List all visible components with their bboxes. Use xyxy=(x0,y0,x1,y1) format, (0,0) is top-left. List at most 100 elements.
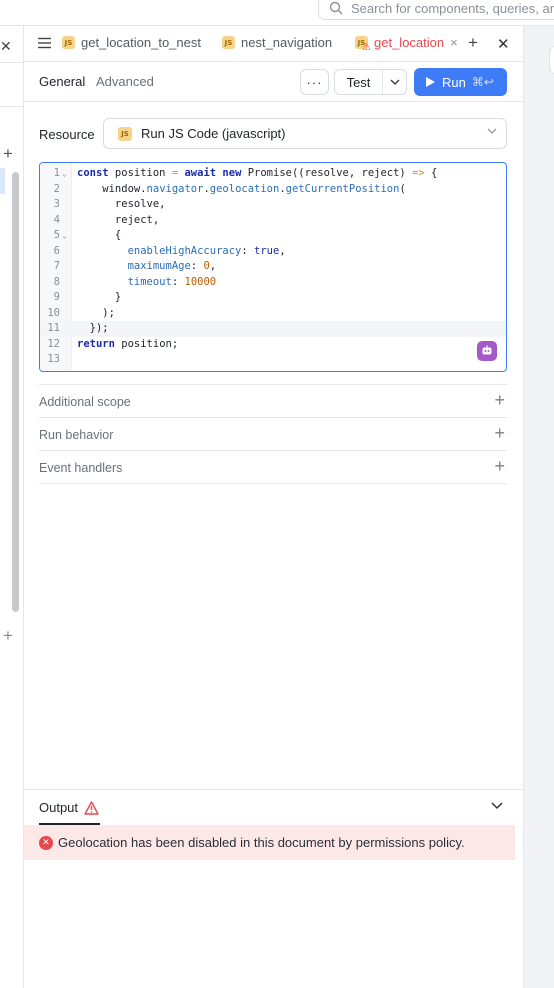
scrollbar[interactable] xyxy=(12,172,19,612)
new-tab-icon[interactable]: + xyxy=(468,33,478,53)
section-run-behavior[interactable]: Run behavior + xyxy=(39,418,507,451)
code-line[interactable]: 1 ⌄ const position = await new Promise((re… xyxy=(40,166,506,182)
fold-chevron-icon[interactable]: ⌄ xyxy=(62,228,67,244)
code-line[interactable]: 7 maximumAge: 0, xyxy=(40,259,506,275)
tab-label: nest_navigation xyxy=(241,35,333,50)
test-button-group: Test xyxy=(334,69,407,95)
canvas-edge-widget xyxy=(549,46,554,74)
code-line[interactable]: 9 } xyxy=(40,290,506,306)
divider xyxy=(0,106,24,107)
js-resource-icon: JS xyxy=(118,126,132,141)
warning-icon: ⚠ xyxy=(362,42,371,53)
run-shortcut: ⌘↩ xyxy=(471,75,494,89)
js-file-icon: JS xyxy=(222,36,235,49)
ai-assistant-button[interactable] xyxy=(477,341,497,361)
add-icon[interactable]: + xyxy=(494,390,505,411)
query-editor-panel: JS get_location_to_nest JS nest_navigati… xyxy=(24,26,523,988)
code-line[interactable]: 5 ⌄ { xyxy=(40,228,506,244)
line-number: 12 xyxy=(47,337,60,350)
error-text: Geolocation has been disabled in this do… xyxy=(58,835,465,850)
js-file-icon: JS ⚠ xyxy=(355,36,371,53)
add-icon[interactable]: + xyxy=(3,626,13,646)
line-number: 1 xyxy=(53,167,60,179)
close-icon[interactable]: × xyxy=(450,35,458,50)
more-options-button[interactable]: ··· xyxy=(300,69,329,95)
code-text: maximumAge: 0, xyxy=(127,260,217,272)
code-text: enableHighAccuracy: true, xyxy=(127,244,286,257)
resource-select[interactable]: JS Run JS Code (javascript) xyxy=(103,118,507,149)
code-line[interactable]: 8 timeout: 10000 xyxy=(40,275,506,291)
chevron-down-icon xyxy=(487,128,497,134)
code-text: resolve, xyxy=(77,198,166,210)
line-number: 9 xyxy=(53,291,60,303)
code-line[interactable]: 10 ); xyxy=(40,306,506,322)
section-title: Run behavior xyxy=(39,428,114,442)
code-line[interactable]: 6 enableHighAccuracy: true, xyxy=(40,244,506,260)
test-button[interactable]: Test xyxy=(335,70,383,94)
code-text: ); xyxy=(77,306,115,319)
section-event-handlers[interactable]: Event handlers + xyxy=(39,451,507,484)
section-additional-scope[interactable]: Additional scope + xyxy=(39,385,507,418)
search-placeholder: Search for components, queries, and xyxy=(351,0,554,16)
top-bar: Search for components, queries, and xyxy=(0,0,554,26)
line-number: 7 xyxy=(53,260,60,272)
code-text: } xyxy=(77,291,122,303)
section-title: Event handlers xyxy=(39,461,123,475)
search-input[interactable]: Search for components, queries, and xyxy=(318,0,554,20)
tab-label: get_location xyxy=(374,35,445,50)
line-number: 6 xyxy=(53,244,60,257)
selected-item-indicator xyxy=(0,168,5,194)
menu-icon[interactable] xyxy=(38,37,51,49)
line-number: 11 xyxy=(47,322,60,334)
output-panel: Output ✕ Geolocation has been disabled i… xyxy=(24,789,523,988)
section-title: Additional scope xyxy=(39,395,131,409)
add-icon[interactable]: + xyxy=(3,144,13,164)
code-editor[interactable]: 1 ⌄ const position = await new Promise((re… xyxy=(39,162,507,372)
line-number: 5 xyxy=(53,229,60,241)
test-dropdown[interactable] xyxy=(383,70,406,94)
fold-chevron-icon[interactable]: ⌄ xyxy=(62,166,67,182)
code-line[interactable]: 11 }); xyxy=(40,321,506,337)
line-number: 13 xyxy=(47,353,60,365)
line-number: 4 xyxy=(53,213,60,226)
tab-advanced[interactable]: Advanced xyxy=(96,74,154,89)
run-button[interactable]: Run ⌘↩ xyxy=(414,68,507,96)
code-line[interactable]: 4 reject, xyxy=(40,213,506,229)
tab-get-location[interactable]: JS ⚠ get_location × xyxy=(355,35,458,53)
code-text: }); xyxy=(77,322,109,334)
error-icon: ✕ xyxy=(39,835,53,850)
right-canvas-strip xyxy=(523,26,554,988)
tab-label: get_location_to_nest xyxy=(81,35,201,50)
assistant-icon xyxy=(482,345,492,355)
code-text: window.navigator.geolocation.getCurrentP… xyxy=(77,182,406,195)
code-line[interactable]: 13 xyxy=(40,352,506,368)
add-icon[interactable]: + xyxy=(494,456,505,477)
chevron-down-icon[interactable] xyxy=(491,802,503,810)
tab-general[interactable]: General xyxy=(39,74,85,89)
code-line[interactable]: 2 window.navigator.geolocation.getCurren… xyxy=(40,182,506,198)
close-panel-icon[interactable]: ✕ xyxy=(497,35,510,53)
left-panel: ✕ + + xyxy=(0,26,24,988)
code-line[interactable]: 3 resolve, xyxy=(40,197,506,213)
js-file-icon: JS xyxy=(62,36,75,49)
line-number: 8 xyxy=(53,275,60,288)
code-text: const position = await new Promise((reso… xyxy=(77,167,438,179)
error-message: ✕ Geolocation has been disabled in this … xyxy=(24,825,515,860)
output-label: Output xyxy=(39,800,79,815)
resource-label: Resource xyxy=(39,127,95,142)
tab-get-location-to-nest[interactable]: JS get_location_to_nest xyxy=(62,35,201,50)
code-text: return position; xyxy=(77,337,179,350)
line-number: 10 xyxy=(47,306,60,319)
left-panel-close-icon[interactable]: ✕ xyxy=(0,38,12,55)
tab-nest-navigation[interactable]: JS nest_navigation xyxy=(222,35,332,50)
play-icon xyxy=(426,77,435,87)
query-subbar: General Advanced ··· Test Run ⌘↩ xyxy=(24,62,523,102)
add-icon[interactable]: + xyxy=(494,423,505,444)
code-line[interactable]: 12 return position; xyxy=(40,337,506,353)
divider xyxy=(0,62,24,63)
code-text: { xyxy=(77,229,122,241)
search-icon xyxy=(329,1,343,15)
resource-value: Run JS Code (javascript) xyxy=(141,126,286,141)
query-tabs-bar: JS get_location_to_nest JS nest_navigati… xyxy=(24,26,523,62)
output-tab[interactable]: Output xyxy=(39,800,99,815)
